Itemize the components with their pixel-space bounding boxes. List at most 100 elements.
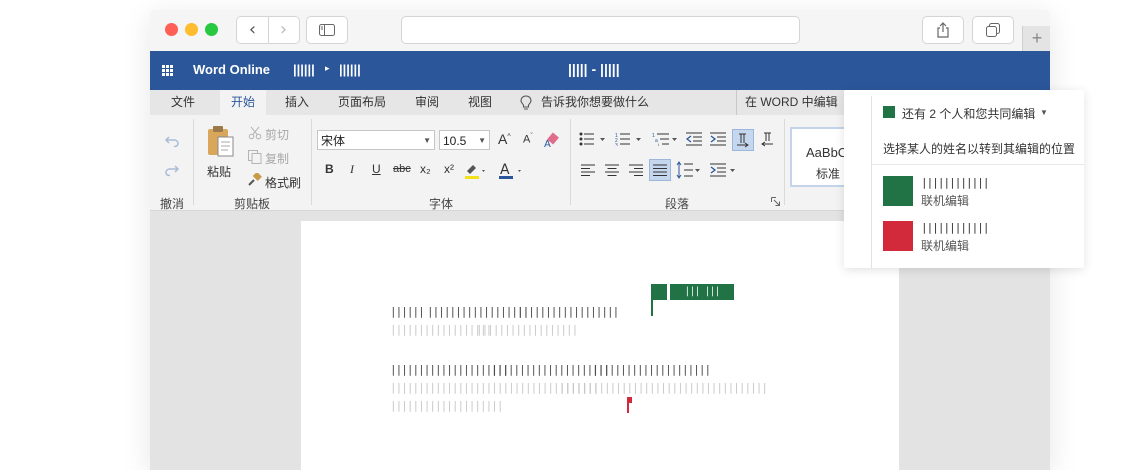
tab-home[interactable]: 开始	[220, 90, 266, 115]
font-size-select[interactable]: 10.5 ▼	[439, 130, 490, 150]
format-painter-button[interactable]: 格式刷	[265, 174, 301, 191]
document-page[interactable]: |||||| |||||||||||||||||| ||||||||||||||…	[301, 221, 899, 470]
chevron-down-icon: ▼	[478, 136, 486, 145]
line-spacing-icon[interactable]	[676, 161, 702, 179]
increase-indent-icon[interactable]	[710, 132, 726, 146]
coauthoring-hint: 选择某人的姓名以转到其编辑的位置	[883, 142, 1076, 156]
sidebar-toggle-button[interactable]	[306, 16, 348, 44]
tab-insert[interactable]: 插入	[274, 90, 320, 115]
align-justify-icon	[653, 164, 667, 176]
font-name-value: 宋体	[321, 134, 346, 148]
style-normal-tile[interactable]: AaBbCcD 标准	[790, 127, 850, 187]
ltr-direction-button[interactable]	[732, 129, 754, 151]
svg-text:i: i	[658, 143, 659, 146]
coauthor-item[interactable]: |||||||||||| 联机编辑	[883, 176, 1073, 208]
breadcrumb-file[interactable]: ||||||	[339, 62, 361, 77]
app-name[interactable]: Word Online	[193, 62, 270, 77]
share-button[interactable]	[922, 16, 964, 44]
chevron-down-icon: ▼	[1040, 108, 1048, 117]
tab-review[interactable]: 审阅	[404, 90, 450, 115]
document-title[interactable]: ||||| - |||||	[568, 61, 620, 77]
coauthor-name: ||||||||||||	[921, 176, 989, 189]
grow-font-button[interactable]: A^	[498, 131, 511, 147]
coauthors-dropdown[interactable]: 还有 2 个人和您共同编辑 ▼	[873, 96, 1053, 128]
coauthor-name-tag[interactable]: ||| |||	[670, 284, 734, 300]
ribbon-divider	[311, 119, 312, 205]
font-color-icon[interactable]: A	[499, 161, 527, 181]
doc-text-line: ||||||||||||||||||||	[390, 399, 503, 412]
paragraph-indent-icon[interactable]	[710, 163, 738, 177]
doc-text-line: ||||||||||||||||||	[517, 305, 619, 318]
align-left-icon[interactable]	[581, 163, 595, 177]
ribbon-divider	[570, 119, 571, 205]
multilevel-list-icon[interactable]: 1ai	[652, 132, 680, 146]
coauthor-flag-green	[651, 284, 667, 300]
coauthor-item[interactable]: |||||||||||| 联机编辑	[883, 221, 1073, 253]
clear-formatting-icon[interactable]: A	[544, 132, 560, 148]
tell-me-box[interactable]: 告诉我你想要做什么	[519, 90, 649, 115]
doc-text-line: |||||||||||||||||||||	[592, 363, 711, 376]
tab-overview-button[interactable]	[972, 16, 1014, 44]
app-launcher-icon[interactable]	[162, 65, 173, 76]
breadcrumb-separator-icon: ▸	[325, 63, 330, 73]
font-group-label: 字体	[429, 197, 454, 211]
undo-group-label: 撤消	[160, 197, 185, 211]
font-name-select[interactable]: 宋体 ▼	[317, 130, 435, 150]
tell-me-text: 告诉我你想要做什么	[541, 95, 650, 109]
share-icon	[937, 22, 949, 38]
paste-icon[interactable]	[207, 125, 235, 157]
minimize-window-button[interactable]	[185, 23, 198, 36]
paragraph-dialog-launcher-icon[interactable]	[771, 197, 780, 206]
new-tab-button[interactable]: +	[1022, 26, 1050, 51]
chevron-left-icon: ‹	[248, 19, 257, 40]
justify-button[interactable]	[649, 159, 671, 181]
close-window-button[interactable]	[165, 23, 178, 36]
copy-button[interactable]: 复制	[265, 150, 289, 167]
bold-button[interactable]: B	[325, 162, 334, 176]
avatar	[883, 176, 913, 206]
doc-text-line: ||||||	[390, 305, 425, 318]
subscript-button[interactable]: x₂	[420, 162, 431, 176]
decrease-indent-icon[interactable]	[686, 132, 702, 146]
text-direction-ltr-icon	[737, 133, 749, 148]
strikethrough-button[interactable]: abc	[393, 163, 411, 175]
panel-divider	[872, 164, 1084, 165]
tabs-icon	[986, 23, 1000, 37]
coauthor-status: 联机编辑	[921, 194, 970, 208]
svg-text:A: A	[544, 139, 551, 148]
forward-button[interactable]: ›	[268, 17, 299, 43]
tab-view[interactable]: 视图	[457, 90, 503, 115]
sidebar-icon	[319, 24, 335, 36]
undo-icon[interactable]	[164, 134, 180, 148]
ribbon-divider	[193, 119, 194, 205]
bullets-icon[interactable]	[579, 132, 609, 146]
zoom-window-button[interactable]	[205, 23, 218, 36]
coauthor-flag-red[interactable]	[627, 397, 632, 403]
highlight-icon[interactable]	[464, 162, 488, 180]
ribbon-divider	[784, 119, 785, 205]
svg-text:3: 3	[615, 143, 618, 146]
edit-in-word-button[interactable]: 在 WORD 中编辑	[736, 90, 838, 115]
paste-button[interactable]: 粘贴	[207, 163, 231, 180]
tab-file[interactable]: 文件	[160, 90, 206, 115]
redo-icon[interactable]	[164, 163, 180, 177]
shrink-font-button[interactable]: Aˇ	[523, 133, 533, 146]
numbering-icon[interactable]: 123	[615, 132, 645, 146]
word-app-bar: Word Online |||||| ▸ |||||| ||||| - ||||…	[150, 51, 1050, 90]
text-direction-rtl-icon[interactable]	[759, 131, 775, 147]
cut-button[interactable]: 剪切	[265, 126, 289, 143]
scissors-icon	[248, 126, 262, 140]
tab-layout[interactable]: 页面布局	[332, 90, 392, 115]
chevron-down-icon: ▼	[423, 136, 431, 145]
address-bar[interactable]	[401, 16, 800, 44]
underline-button[interactable]: U	[372, 162, 381, 176]
breadcrumb-folder[interactable]: ||||||	[293, 62, 315, 77]
italic-button[interactable]: I	[350, 162, 354, 177]
superscript-button[interactable]: x²	[444, 162, 454, 176]
align-center-icon[interactable]	[605, 163, 619, 177]
chevron-right-icon: ›	[279, 19, 288, 40]
back-button[interactable]: ‹	[237, 17, 269, 43]
align-right-icon[interactable]	[629, 163, 643, 177]
clipboard-group-label: 剪贴板	[234, 197, 271, 211]
coauthor-name: ||||||||||||	[921, 221, 989, 234]
